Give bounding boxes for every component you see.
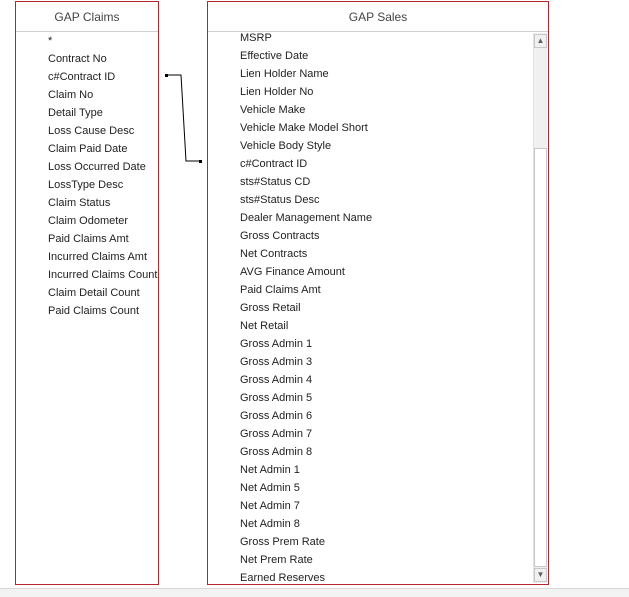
relationship-join-line[interactable] [0, 0, 629, 597]
horizontal-scroll-area [0, 588, 629, 597]
relationship-diagram-canvas: GAP Claims * Contract No c#Contract ID Clai… [0, 0, 629, 597]
